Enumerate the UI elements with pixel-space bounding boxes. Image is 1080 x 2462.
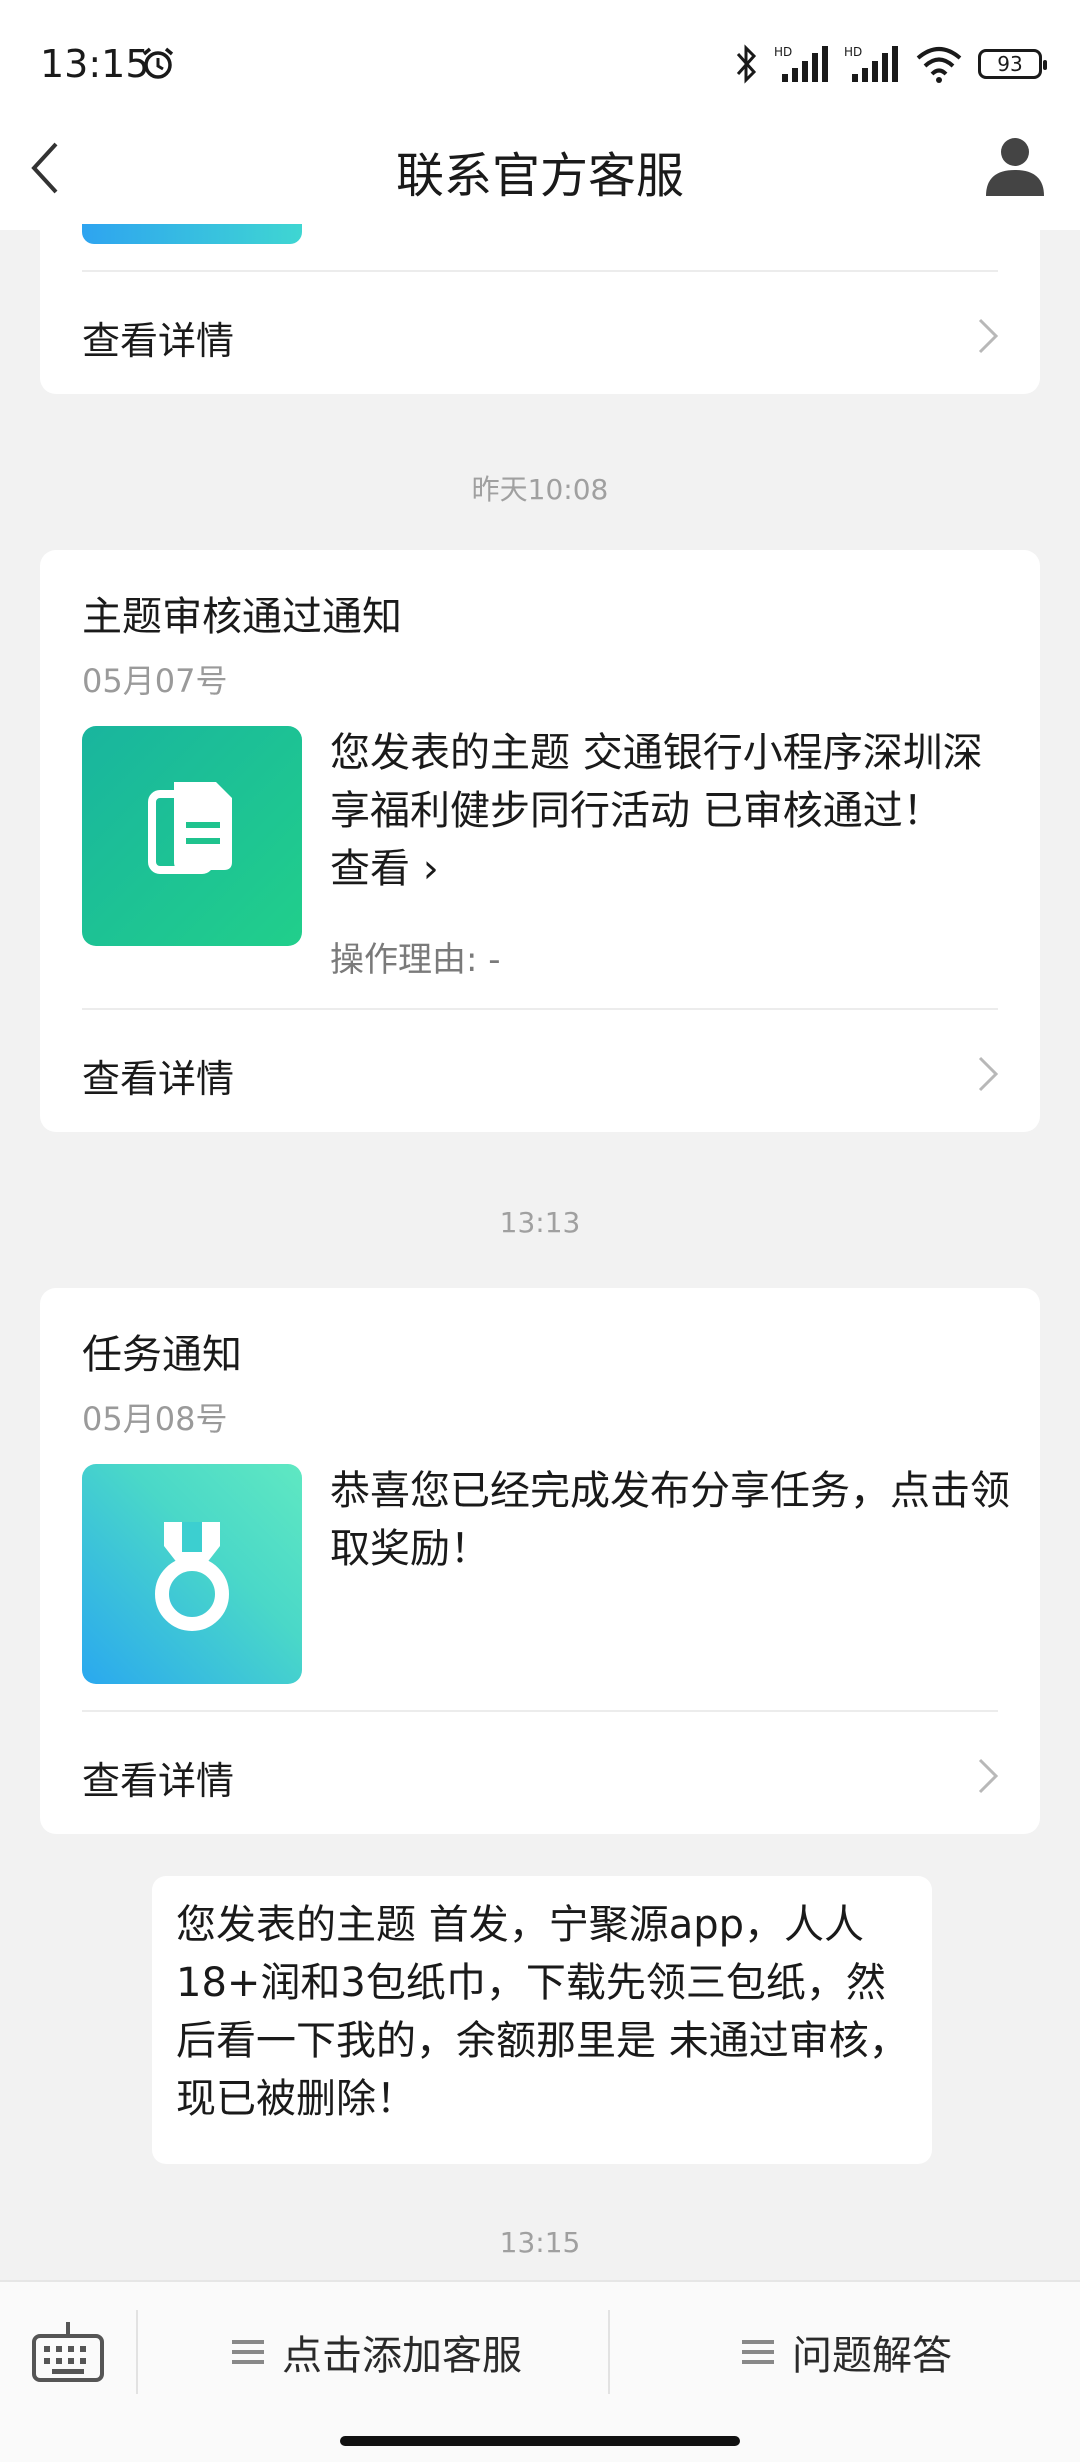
- card-reason: 操作理由: -: [330, 940, 501, 980]
- signal-hd-label: HD: [844, 45, 862, 59]
- home-indicator[interactable]: [340, 2436, 740, 2446]
- card-date: 05月08号: [82, 1400, 228, 1438]
- view-link[interactable]: 查看 ›: [330, 846, 439, 892]
- wifi-icon: [916, 47, 962, 83]
- chevron-right-icon[interactable]: [976, 316, 1000, 356]
- status-time: 13:15: [40, 42, 150, 86]
- alarm-icon: [142, 47, 174, 79]
- card-thumbnail: [82, 1464, 302, 1684]
- signal-icon: HD: [774, 45, 828, 82]
- bottom-bar: 点击添加客服 问题解答: [0, 2280, 1080, 2462]
- bar-separator: [608, 2310, 610, 2394]
- card-title: 任务通知: [82, 1332, 242, 1378]
- card-title: 主题审核通过通知: [82, 594, 402, 640]
- thumb-fragment: [82, 224, 302, 244]
- keyboard-icon[interactable]: [30, 2318, 106, 2384]
- add-service-label: 点击添加客服: [282, 2333, 522, 2379]
- timestamp: 13:15: [499, 2226, 581, 2259]
- message-bubble: 您发表的主题 首发，宁聚源app，人人18+润和3包纸巾，下载先领三包纸，然后看…: [152, 1876, 932, 2164]
- card-message-text: 您发表的主题 交通银行小程序深圳深享福利健步同行活动 已审核通过！: [330, 730, 983, 834]
- card-message: 您发表的主题 交通银行小程序深圳深享福利健步同行活动 已审核通过！ 查看 ›: [330, 724, 1010, 898]
- card-divider: [82, 270, 998, 272]
- signal-icon-2: HD: [844, 45, 898, 82]
- faq-button[interactable]: 问题解答: [742, 2312, 952, 2392]
- card-date: 05月07号: [82, 662, 228, 700]
- card-thumbnail: [82, 726, 302, 946]
- battery-indicator: 93: [978, 49, 1047, 79]
- chevron-right-icon[interactable]: [976, 1054, 1000, 1094]
- view-details-link[interactable]: 查看详情: [82, 1750, 234, 1805]
- faq-label: 问题解答: [792, 2333, 952, 2379]
- document-icon: [148, 782, 232, 874]
- message-card-review: 主题审核通过通知 05月07号 您发表的主题 交通银行小程序深圳深享福利健步同行…: [40, 550, 1040, 1132]
- bar-separator: [136, 2310, 138, 2394]
- bubble-text: 您发表的主题 首发，宁聚源app，人人18+润和3包纸巾，下载先领三包纸，然后看…: [176, 1902, 909, 2122]
- menu-icon: [742, 2340, 774, 2364]
- card-message: 恭喜您已经完成发布分享任务，点击领取奖励！: [330, 1468, 1010, 1572]
- timestamp: 13:13: [499, 1206, 581, 1239]
- user-profile-icon[interactable]: [980, 130, 1050, 200]
- card-divider: [82, 1710, 998, 1712]
- signal-hd-label: HD: [774, 45, 792, 59]
- view-details-link[interactable]: 查看详情: [82, 1048, 234, 1103]
- page-title: 联系官方客服: [395, 148, 684, 204]
- message-card-partial: 查看详情: [40, 200, 1040, 394]
- add-service-button[interactable]: 点击添加客服: [232, 2312, 522, 2392]
- timestamp: 昨天10:08: [471, 473, 609, 506]
- bluetooth-icon: [736, 44, 757, 84]
- card-divider: [82, 1008, 998, 1010]
- medal-icon: [155, 1522, 229, 1631]
- chevron-right-icon[interactable]: [976, 1756, 1000, 1796]
- view-details-link[interactable]: 查看详情: [82, 310, 234, 365]
- message-card-task: 任务通知 05月08号 恭喜您已经完成发布分享任务，点击领取奖励！ 查看详情: [40, 1288, 1040, 1834]
- menu-icon: [232, 2340, 264, 2364]
